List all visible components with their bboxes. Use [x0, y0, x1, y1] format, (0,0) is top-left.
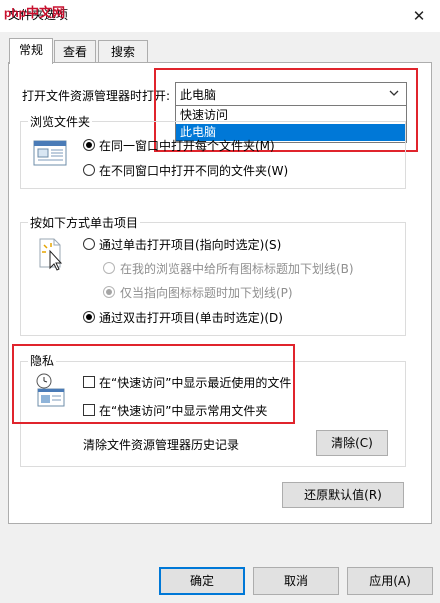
radio-different-window[interactable] [83, 164, 95, 176]
label-double-click: 通过双击打开项目(单击时选定)(D) [99, 311, 283, 325]
tab-general[interactable]: 常规 [9, 38, 53, 64]
tab-search[interactable]: 搜索 [98, 40, 148, 63]
radio-single-click[interactable] [83, 238, 95, 250]
click-items-legend: 按如下方式单击项目 [28, 214, 141, 231]
label-same-window: 在同一窗口中打开每个文件夹(M) [99, 139, 275, 153]
folder-window-icon [33, 140, 67, 169]
clear-button[interactable]: 清除(C) [316, 430, 388, 456]
watermark-latin: php [4, 6, 26, 20]
title-bar: 文件夹选项 php中文网 ✕ [0, 0, 440, 32]
cancel-button[interactable]: 取消 [253, 567, 339, 595]
label-different-window: 在不同窗口中打开不同的文件夹(W) [99, 164, 289, 178]
radio-double-click[interactable] [83, 311, 95, 323]
tab-view[interactable]: 查看 [54, 40, 96, 63]
label-underline-all: 在我的浏览器中给所有图标标题加下划线(B) [120, 262, 354, 276]
open-explorer-label: 打开文件资源管理器时打开: [22, 89, 171, 103]
apply-button[interactable]: 应用(A) [347, 567, 433, 595]
radio-same-window[interactable] [83, 139, 95, 151]
browse-folders-legend: 浏览文件夹 [28, 113, 93, 130]
clear-history-label: 清除文件资源管理器历史记录 [83, 438, 240, 452]
radio-underline-point[interactable] [103, 286, 115, 298]
watermark-cn: 中文网 [26, 5, 66, 20]
restore-defaults-button[interactable]: 还原默认值(R) [282, 482, 404, 508]
highlight-box-privacy [12, 344, 295, 424]
radio-underline-all[interactable] [103, 262, 115, 274]
label-single-click: 通过单击打开项目(指向时选定)(S) [99, 238, 282, 252]
close-button[interactable]: ✕ [408, 5, 430, 27]
pointer-click-icon [36, 237, 68, 274]
label-underline-point: 仅当指向图标标题时加下划线(P) [120, 286, 293, 300]
ok-button[interactable]: 确定 [159, 567, 245, 595]
watermark-logo: php中文网 [4, 2, 65, 21]
